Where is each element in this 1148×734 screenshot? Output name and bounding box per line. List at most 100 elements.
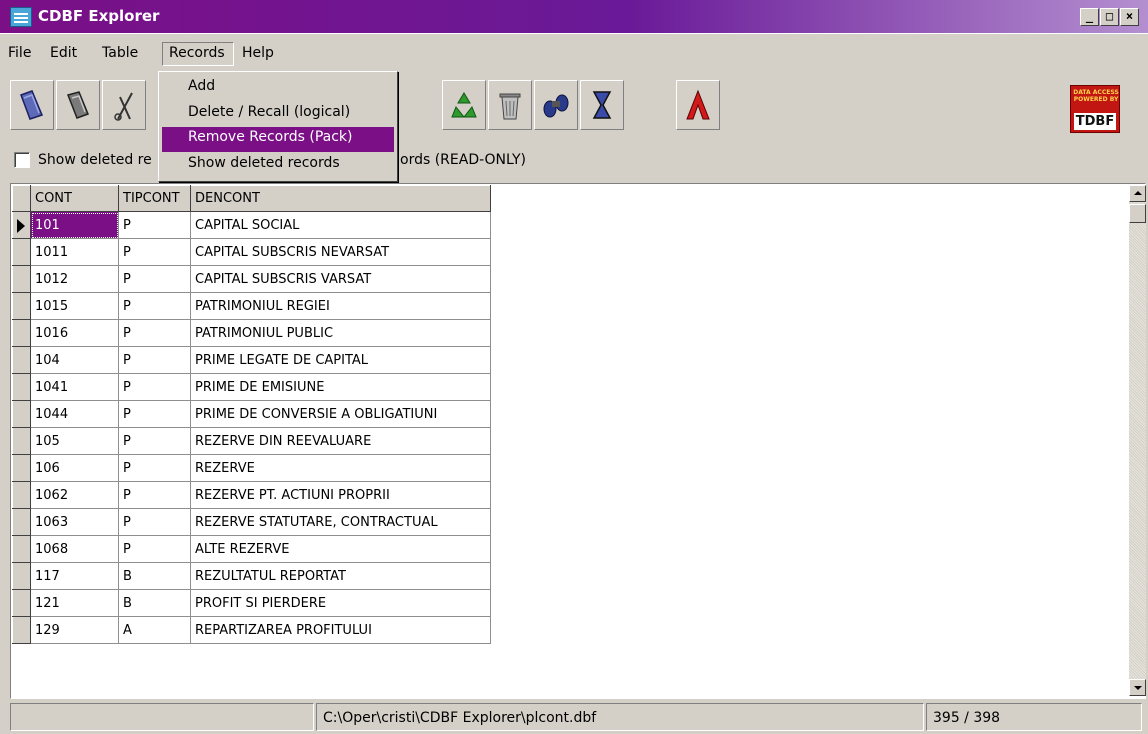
- cell-tipcont[interactable]: B: [118, 589, 191, 617]
- cell-tipcont[interactable]: P: [118, 481, 191, 509]
- cell-cont[interactable]: 1016: [30, 319, 119, 347]
- row-indicator[interactable]: [12, 427, 31, 455]
- scroll-down-button[interactable]: [1129, 679, 1146, 696]
- cell-dencont[interactable]: CAPITAL SUBSCRIS VARSAT: [190, 265, 491, 293]
- menu-item-pack[interactable]: Remove Records (Pack): [162, 127, 394, 152]
- cell-tipcont[interactable]: P: [118, 400, 191, 428]
- vertical-scrollbar[interactable]: [1129, 185, 1146, 696]
- cell-tipcont[interactable]: P: [118, 427, 191, 455]
- table-row[interactable]: 1016 P PATRIMONIUL PUBLIC: [12, 319, 491, 347]
- table-row[interactable]: 1041 P PRIME DE EMISIUNE: [12, 373, 491, 401]
- row-indicator[interactable]: [12, 616, 31, 644]
- cell-dencont[interactable]: ALTE REZERVE: [190, 535, 491, 563]
- cell-dencont[interactable]: REZERVE: [190, 454, 491, 482]
- data-grid[interactable]: CONT TIPCONT DENCONT 101 P CAPITAL SOCIAL 1…: [12, 185, 491, 644]
- table-row[interactable]: 121 B PROFIT SI PIERDERE: [12, 589, 491, 617]
- row-indicator[interactable]: [12, 373, 31, 401]
- row-indicator[interactable]: [12, 562, 31, 590]
- table-row[interactable]: 1044 P PRIME DE CONVERSIE A OBLIGATIUNI: [12, 400, 491, 428]
- menu-item-delete-recall[interactable]: Delete / Recall (logical): [162, 102, 394, 127]
- cell-cont[interactable]: 105: [30, 427, 119, 455]
- scroll-thumb[interactable]: [1129, 204, 1146, 223]
- cell-cont[interactable]: 129: [30, 616, 119, 644]
- cell-cont[interactable]: 1068: [30, 535, 119, 563]
- menu-help[interactable]: Help: [242, 45, 274, 61]
- table-row[interactable]: 101 P CAPITAL SOCIAL: [12, 211, 491, 239]
- menu-file[interactable]: File: [8, 45, 31, 61]
- table-row[interactable]: 1015 P PATRIMONIUL REGIEI: [12, 292, 491, 320]
- cell-cont[interactable]: 1011: [30, 238, 119, 266]
- table-row[interactable]: 1062 P REZERVE PT. ACTIUNI PROPRII: [12, 481, 491, 509]
- cell-cont[interactable]: 1015: [30, 292, 119, 320]
- cell-dencont[interactable]: PATRIMONIUL PUBLIC: [190, 319, 491, 347]
- row-indicator[interactable]: [12, 319, 31, 347]
- cell-dencont[interactable]: REPARTIZAREA PROFITULUI: [190, 616, 491, 644]
- cell-dencont[interactable]: REZERVE DIN REEVALUARE: [190, 427, 491, 455]
- cell-tipcont[interactable]: P: [118, 535, 191, 563]
- show-deleted-checkbox[interactable]: [14, 152, 30, 168]
- cell-dencont[interactable]: PROFIT SI PIERDERE: [190, 589, 491, 617]
- cell-cont[interactable]: 1062: [30, 481, 119, 509]
- row-indicator[interactable]: [12, 508, 31, 536]
- table-row[interactable]: 129 A REPARTIZAREA PROFITULUI: [12, 616, 491, 644]
- table-row[interactable]: 117 B REZULTATUL REPORTAT: [12, 562, 491, 590]
- table-row[interactable]: 106 P REZERVE: [12, 454, 491, 482]
- cell-dencont[interactable]: REZERVE STATUTARE, CONTRACTUAL: [190, 508, 491, 536]
- cell-dencont[interactable]: CAPITAL SOCIAL: [190, 211, 491, 239]
- cell-dencont[interactable]: PRIME LEGATE DE CAPITAL: [190, 346, 491, 374]
- cell-dencont[interactable]: PATRIMONIUL REGIEI: [190, 292, 491, 320]
- cell-cont[interactable]: 117: [30, 562, 119, 590]
- cell-tipcont[interactable]: B: [118, 562, 191, 590]
- row-indicator[interactable]: [12, 292, 31, 320]
- row-indicator[interactable]: [12, 454, 31, 482]
- find-button[interactable]: [534, 80, 578, 130]
- row-indicator[interactable]: [12, 211, 31, 239]
- row-indicator[interactable]: [12, 535, 31, 563]
- menu-item-show-deleted[interactable]: Show deleted records: [162, 153, 394, 178]
- row-indicator[interactable]: [12, 400, 31, 428]
- cell-cont[interactable]: 121: [30, 589, 119, 617]
- table-row[interactable]: 1012 P CAPITAL SUBSCRIS VARSAT: [12, 265, 491, 293]
- cell-tipcont[interactable]: P: [118, 238, 191, 266]
- cut-button[interactable]: [102, 80, 146, 130]
- cell-dencont[interactable]: CAPITAL SUBSCRIS NEVARSAT: [190, 238, 491, 266]
- column-header-tipcont[interactable]: TIPCONT: [118, 185, 191, 212]
- menu-item-add[interactable]: Add: [162, 76, 394, 101]
- cell-dencont[interactable]: PRIME DE CONVERSIE A OBLIGATIUNI: [190, 400, 491, 428]
- cell-tipcont[interactable]: P: [118, 211, 191, 239]
- table-row[interactable]: 1063 P REZERVE STATUTARE, CONTRACTUAL: [12, 508, 491, 536]
- table-row[interactable]: 104 P PRIME LEGATE DE CAPITAL: [12, 346, 491, 374]
- scroll-up-button[interactable]: [1129, 185, 1146, 202]
- table-row[interactable]: 105 P REZERVE DIN REEVALUARE: [12, 427, 491, 455]
- cell-tipcont[interactable]: P: [118, 292, 191, 320]
- row-indicator[interactable]: [12, 238, 31, 266]
- menu-edit[interactable]: Edit: [50, 45, 77, 61]
- cell-tipcont[interactable]: P: [118, 508, 191, 536]
- cell-cont[interactable]: 1044: [30, 400, 119, 428]
- editor-button[interactable]: [676, 80, 720, 130]
- recycle-button[interactable]: [442, 80, 486, 130]
- cell-dencont[interactable]: PRIME DE EMISIUNE: [190, 373, 491, 401]
- cell-tipcont[interactable]: A: [118, 616, 191, 644]
- close-file-button[interactable]: [56, 80, 100, 130]
- cell-cont[interactable]: 104: [30, 346, 119, 374]
- cell-cont[interactable]: 1041: [30, 373, 119, 401]
- minimize-button[interactable]: _: [1080, 8, 1099, 26]
- table-row[interactable]: 1068 P ALTE REZERVE: [12, 535, 491, 563]
- cell-cont[interactable]: 101: [30, 211, 119, 239]
- wait-button[interactable]: [580, 80, 624, 130]
- cell-tipcont[interactable]: P: [118, 454, 191, 482]
- cell-tipcont[interactable]: P: [118, 319, 191, 347]
- maximize-button[interactable]: □: [1100, 8, 1119, 26]
- row-indicator[interactable]: [12, 481, 31, 509]
- open-button[interactable]: [10, 80, 54, 130]
- row-indicator[interactable]: [12, 265, 31, 293]
- cell-tipcont[interactable]: P: [118, 265, 191, 293]
- menu-table[interactable]: Table: [102, 45, 138, 61]
- cell-cont[interactable]: 1012: [30, 265, 119, 293]
- column-header-dencont[interactable]: DENCONT: [190, 185, 491, 212]
- cell-dencont[interactable]: REZERVE PT. ACTIUNI PROPRII: [190, 481, 491, 509]
- column-header-cont[interactable]: CONT: [30, 185, 119, 212]
- cell-tipcont[interactable]: P: [118, 346, 191, 374]
- close-button[interactable]: ×: [1120, 8, 1139, 26]
